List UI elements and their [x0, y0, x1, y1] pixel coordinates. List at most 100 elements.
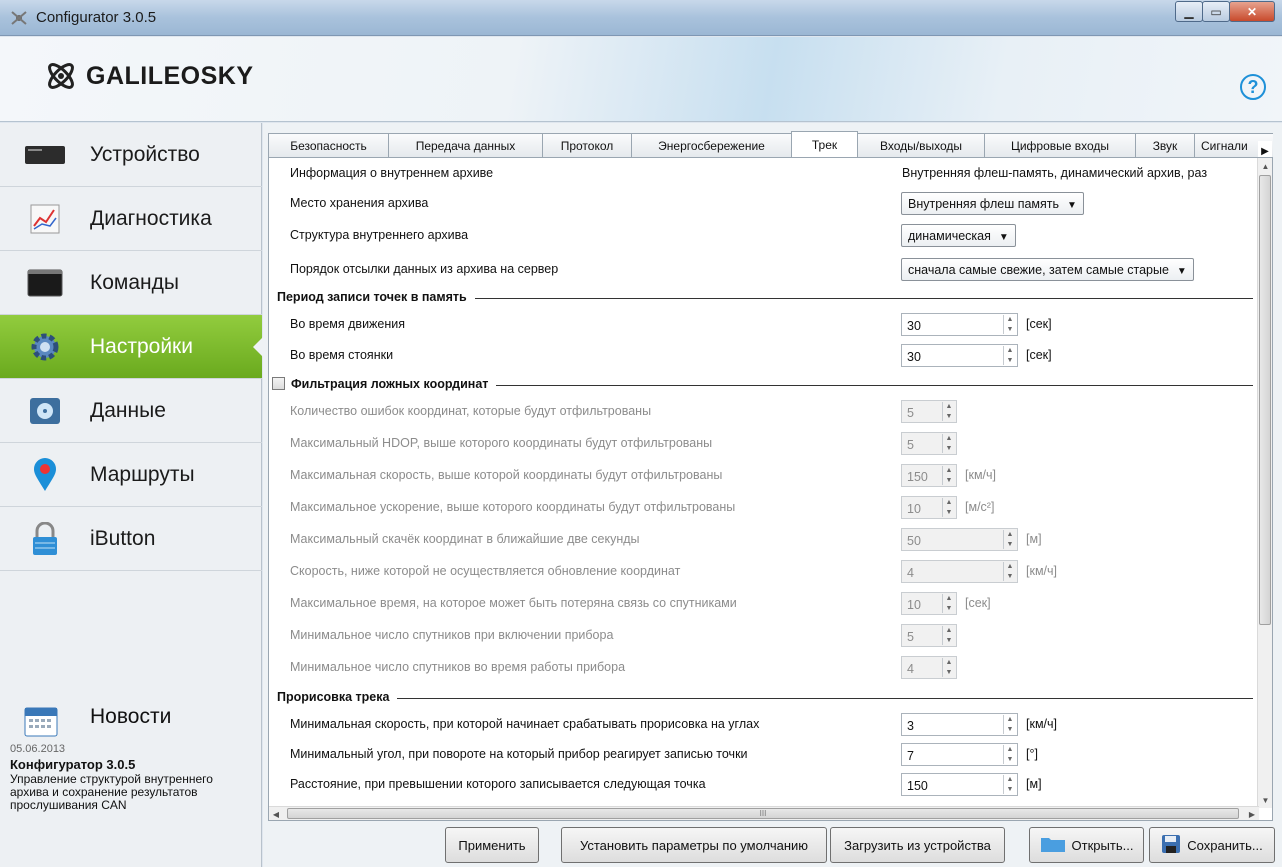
- sidebar-item-device[interactable]: Устройство: [0, 123, 262, 187]
- defaults-button[interactable]: Установить параметры по умолчанию: [561, 827, 827, 863]
- horizontal-scrollbar[interactable]: ◀ III ▶: [269, 806, 1259, 820]
- period-moving-row: Во время движения 30 ▲ ▼ [сек]: [269, 311, 1259, 337]
- spinner-arrows-icon: ▲ ▼: [1003, 562, 1016, 581]
- filter-param-value: 150: [907, 470, 928, 484]
- sidebar-item-label: Данные: [90, 398, 166, 422]
- filter-param-row: Максимальный скачёк координат в ближайши…: [269, 526, 1259, 552]
- period-parked-input[interactable]: 30 ▲ ▼: [901, 344, 1018, 367]
- track-param-label: Минимальная скорость, при которой начина…: [290, 717, 760, 731]
- tab-digital-inputs[interactable]: Цифровые входы: [984, 133, 1136, 157]
- period-moving-label: Во время движения: [290, 317, 406, 331]
- tab-data-transfer[interactable]: Передача данных: [388, 133, 543, 157]
- filter-param-label: Количество ошибок координат, которые буд…: [290, 404, 652, 418]
- help-button[interactable]: ?: [1240, 74, 1266, 100]
- map-pin-icon: [24, 457, 66, 493]
- sidebar-item-routes[interactable]: Маршруты: [0, 443, 262, 507]
- archive-storage-selected: Внутренняя флеш память: [908, 197, 1060, 211]
- period-section-title: Период записи точек в память: [277, 290, 475, 304]
- scroll-down-icon[interactable]: ▼: [1258, 792, 1272, 808]
- tab-bar: Безопасность Передача данных Протокол Эн…: [268, 131, 1273, 157]
- vertical-scroll-thumb[interactable]: [1259, 175, 1271, 625]
- track-settings-panel: Информация о внутреннем архиве Внутрення…: [268, 157, 1273, 821]
- filter-param-row: Минимальное число спутников при включени…: [269, 622, 1259, 648]
- scroll-up-icon[interactable]: ▲: [1258, 158, 1272, 174]
- tab-sound[interactable]: Звук: [1135, 133, 1195, 157]
- filter-param-input: 5 ▲ ▼: [901, 400, 957, 423]
- gear-icon: [24, 329, 66, 365]
- filter-param-unit: [км/ч]: [1026, 564, 1057, 578]
- filter-enable-checkbox[interactable]: [272, 377, 285, 390]
- spinner-arrows-icon[interactable]: ▲ ▼: [1003, 775, 1016, 794]
- track-param-unit: [°]: [1026, 747, 1038, 761]
- filter-param-unit: [сек]: [965, 596, 991, 610]
- open-button[interactable]: Открыть...: [1029, 827, 1144, 863]
- logo-mark-icon: [48, 63, 74, 89]
- apply-button[interactable]: Применить: [445, 827, 539, 863]
- spinner-arrows-icon[interactable]: ▲ ▼: [1003, 715, 1016, 734]
- filter-param-unit: [м/с²]: [965, 500, 995, 514]
- spinner-arrows-icon: ▲ ▼: [942, 498, 955, 517]
- archive-storage-select[interactable]: Внутренняя флеш память ▼: [901, 192, 1084, 215]
- archive-order-label: Порядок отсылки данных из архива на серв…: [290, 262, 559, 276]
- track-param-row: Минимальный угол, при повороте на которы…: [269, 741, 1259, 767]
- sidebar-item-data[interactable]: Данные: [0, 379, 262, 443]
- archive-info-row: Информация о внутреннем архиве Внутрення…: [269, 160, 1259, 186]
- vertical-scrollbar[interactable]: ▲ ▼: [1257, 158, 1272, 808]
- archive-order-row: Порядок отсылки данных из архива на серв…: [269, 256, 1259, 282]
- minimize-button[interactable]: ▁: [1175, 1, 1203, 22]
- sidebar-item-diagnostics[interactable]: Диагностика: [0, 187, 262, 251]
- filter-param-label: Максимальная скорость, выше которой коор…: [290, 468, 723, 482]
- spinner-arrows-icon[interactable]: ▲ ▼: [1003, 315, 1016, 334]
- help-icon: ?: [1247, 76, 1259, 97]
- track-param-input[interactable]: 7 ▲ ▼: [901, 743, 1018, 766]
- filter-section-title: Фильтрация ложных координат: [272, 377, 497, 391]
- scroll-left-icon[interactable]: ◀: [269, 807, 283, 820]
- close-button[interactable]: ✕: [1229, 1, 1275, 22]
- period-parked-row: Во время стоянки 30 ▲ ▼ [сек]: [269, 342, 1259, 368]
- spinner-arrows-icon[interactable]: ▲ ▼: [1003, 346, 1016, 365]
- app-header: GALILEOSKY ?: [0, 37, 1282, 122]
- tab-protocol[interactable]: Протокол: [542, 133, 632, 157]
- archive-storage-label: Место хранения архива: [290, 196, 429, 210]
- track-param-row: Минимальная скорость, при которой начина…: [269, 711, 1259, 737]
- tab-inputs-outputs[interactable]: Входы/выходы: [857, 133, 985, 157]
- sidebar-item-ibutton[interactable]: iButton: [0, 507, 262, 571]
- track-param-value: 3: [907, 719, 914, 733]
- spinner-arrows-icon: ▲ ▼: [942, 402, 955, 421]
- track-param-label: Расстояние, при превышении которого запи…: [290, 777, 706, 791]
- filter-param-row: Максимальная скорость, выше которой коор…: [269, 462, 1259, 488]
- filter-param-label: Минимальное число спутников при включени…: [290, 628, 614, 642]
- filter-param-value: 50: [907, 534, 921, 548]
- news-headline[interactable]: Конфигуратор 3.0.5: [10, 757, 135, 772]
- tab-power-saving[interactable]: Энергосбережение: [631, 133, 792, 157]
- filter-param-value: 10: [907, 598, 921, 612]
- news-title[interactable]: Новости: [90, 705, 171, 729]
- track-param-label: Минимальный угол, при повороте на которы…: [290, 747, 748, 761]
- diagnostics-chart-icon: [24, 201, 66, 237]
- archive-order-select[interactable]: сначала самые свежие, затем самые старые…: [901, 258, 1194, 281]
- period-section-header: Период записи точек в память: [269, 288, 1259, 308]
- archive-structure-select[interactable]: динамическая ▼: [901, 224, 1016, 247]
- filter-param-input: 150 ▲ ▼: [901, 464, 957, 487]
- filter-param-label: Максимальное время, на которое может быт…: [290, 596, 737, 610]
- load-from-device-button[interactable]: Загрузить из устройства: [830, 827, 1005, 863]
- period-moving-input[interactable]: 30 ▲ ▼: [901, 313, 1018, 336]
- tab-scroll-right-button[interactable]: ▶: [1258, 141, 1272, 157]
- lock-icon: [24, 521, 66, 557]
- maximize-button[interactable]: ▭: [1202, 1, 1230, 22]
- logo-text-sky: SKY: [200, 61, 254, 90]
- tab-track[interactable]: Трек: [791, 131, 858, 157]
- horizontal-scroll-thumb[interactable]: III: [287, 808, 1239, 819]
- spinner-arrows-icon[interactable]: ▲ ▼: [1003, 745, 1016, 764]
- sidebar-item-commands[interactable]: Команды: [0, 251, 262, 315]
- track-param-input[interactable]: 3 ▲ ▼: [901, 713, 1018, 736]
- save-button[interactable]: Сохранить...: [1149, 827, 1275, 863]
- filter-param-value: 4: [907, 566, 914, 580]
- track-param-input[interactable]: 150 ▲ ▼: [901, 773, 1018, 796]
- scroll-right-icon[interactable]: ▶: [1245, 807, 1259, 820]
- device-icon: [24, 137, 66, 173]
- track-section-header: Прорисовка трека: [269, 688, 1259, 708]
- tab-security[interactable]: Безопасность: [268, 133, 389, 157]
- archive-info-label: Информация о внутреннем архиве: [290, 166, 494, 180]
- sidebar-item-settings[interactable]: Настройки: [0, 315, 263, 379]
